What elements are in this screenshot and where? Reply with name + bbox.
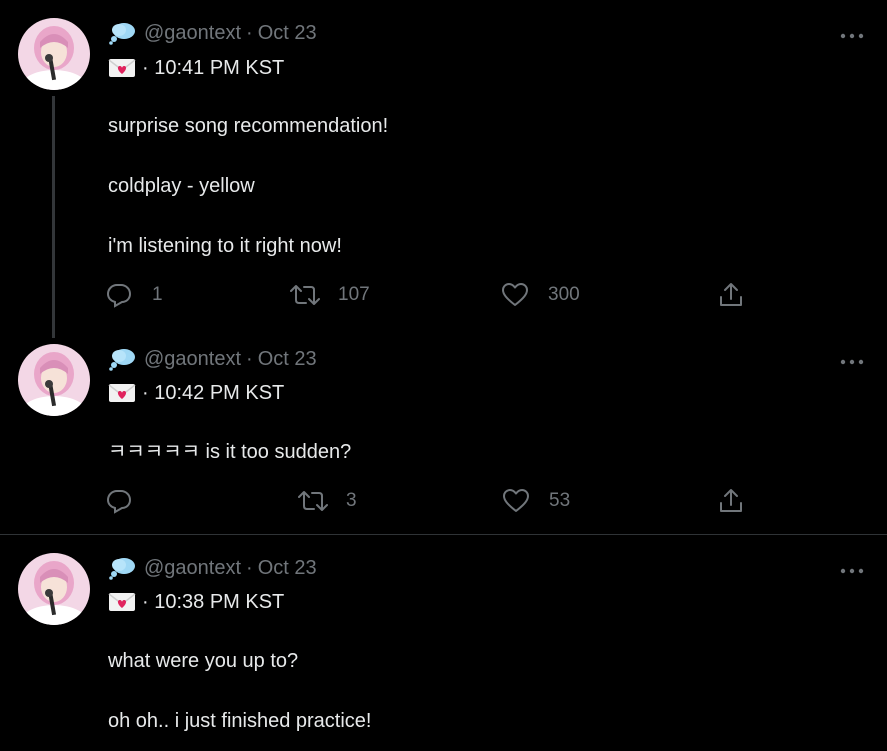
tweet-date[interactable]: Oct 23 [258, 22, 317, 45]
avatar[interactable] [18, 18, 90, 90]
tweet-time: · 10:42 PM KST [142, 381, 285, 404]
tweet-line: what were you up to? [108, 650, 299, 672]
separator-dot: · [246, 347, 253, 370]
more-icon[interactable] [839, 28, 865, 38]
tweet-text: surprise song recommendation! coldplay -… [108, 96, 388, 276]
tweet-text: what were you up to? oh oh.. i just fini… [108, 631, 371, 751]
tweet-date[interactable]: Oct 23 [258, 557, 317, 580]
heart-icon [502, 283, 528, 307]
retweet-button[interactable]: 3 [298, 486, 357, 516]
tweet-line: i'm listening to it right now! [108, 235, 342, 257]
retweet-icon [290, 282, 320, 308]
reply-count: 1 [152, 284, 163, 305]
heart-icon [503, 489, 529, 513]
avatar[interactable] [18, 344, 90, 416]
separator-dot: · [246, 556, 253, 579]
more-icon[interactable] [839, 563, 865, 573]
thought-balloon-icon [108, 556, 136, 580]
tweet-time: · 10:41 PM KST [142, 56, 285, 79]
retweet-count: 3 [346, 490, 357, 511]
tweet-subheader: · 10:41 PM KST [108, 55, 284, 81]
tweet-header: @gaontext · Oct 23 [108, 555, 317, 581]
love-letter-icon [108, 591, 136, 613]
tweet-date[interactable]: Oct 23 [258, 348, 317, 371]
reply-button[interactable]: 1 [106, 280, 163, 310]
love-letter-icon [108, 382, 136, 404]
tweet-text: ㅋㅋㅋㅋㅋ is it too sudden? [108, 422, 351, 482]
tweet-actions: 1 107 300 [106, 280, 756, 310]
share-button[interactable] [719, 280, 743, 310]
reply-icon [106, 488, 132, 514]
tweet-line: ㅋㅋㅋㅋㅋ is it too sudden? [108, 441, 352, 463]
retweet-count: 107 [338, 284, 370, 305]
handle[interactable]: @gaontext [144, 348, 241, 371]
handle[interactable]: @gaontext [144, 557, 241, 580]
thought-balloon-icon [108, 21, 136, 45]
tweet-line: surprise song recommendation! [108, 115, 389, 137]
tweet-subheader: · 10:42 PM KST [108, 380, 284, 406]
handle[interactable]: @gaontext [144, 22, 241, 45]
like-button[interactable]: 53 [503, 486, 570, 516]
separator-dot: · [246, 21, 253, 44]
reply-icon [106, 282, 132, 308]
retweet-icon [298, 488, 328, 514]
tweet-time: · 10:38 PM KST [142, 590, 285, 613]
like-count: 53 [549, 490, 571, 511]
tweet-actions: 3 53 [106, 486, 756, 516]
thread-line [52, 96, 55, 338]
thought-balloon-icon [108, 347, 136, 371]
reply-button[interactable] [106, 486, 132, 516]
more-icon[interactable] [839, 354, 865, 364]
tweet-3[interactable]: @gaontext · Oct 23 · 10:38 PM KST what w… [0, 535, 887, 750]
like-button[interactable]: 300 [502, 280, 580, 310]
tweet-1[interactable]: @gaontext · Oct 23 · 10:41 PM KST surpri… [0, 0, 887, 338]
tweet-header: @gaontext · Oct 23 [108, 346, 317, 372]
avatar[interactable] [18, 553, 90, 625]
tweet-subheader: · 10:38 PM KST [108, 589, 284, 615]
love-letter-icon [108, 57, 136, 79]
share-icon [719, 282, 743, 308]
tweet-2[interactable]: @gaontext · Oct 23 · 10:42 PM KST ㅋㅋㅋㅋㅋ … [0, 330, 887, 534]
tweet-line: coldplay - yellow [108, 175, 255, 197]
tweet-line: oh oh.. i just finished practice! [108, 710, 372, 732]
retweet-button[interactable]: 107 [290, 280, 370, 310]
share-icon [719, 488, 743, 514]
tweet-header: @gaontext · Oct 23 [108, 20, 317, 46]
like-count: 300 [548, 284, 580, 305]
share-button[interactable] [719, 486, 743, 516]
